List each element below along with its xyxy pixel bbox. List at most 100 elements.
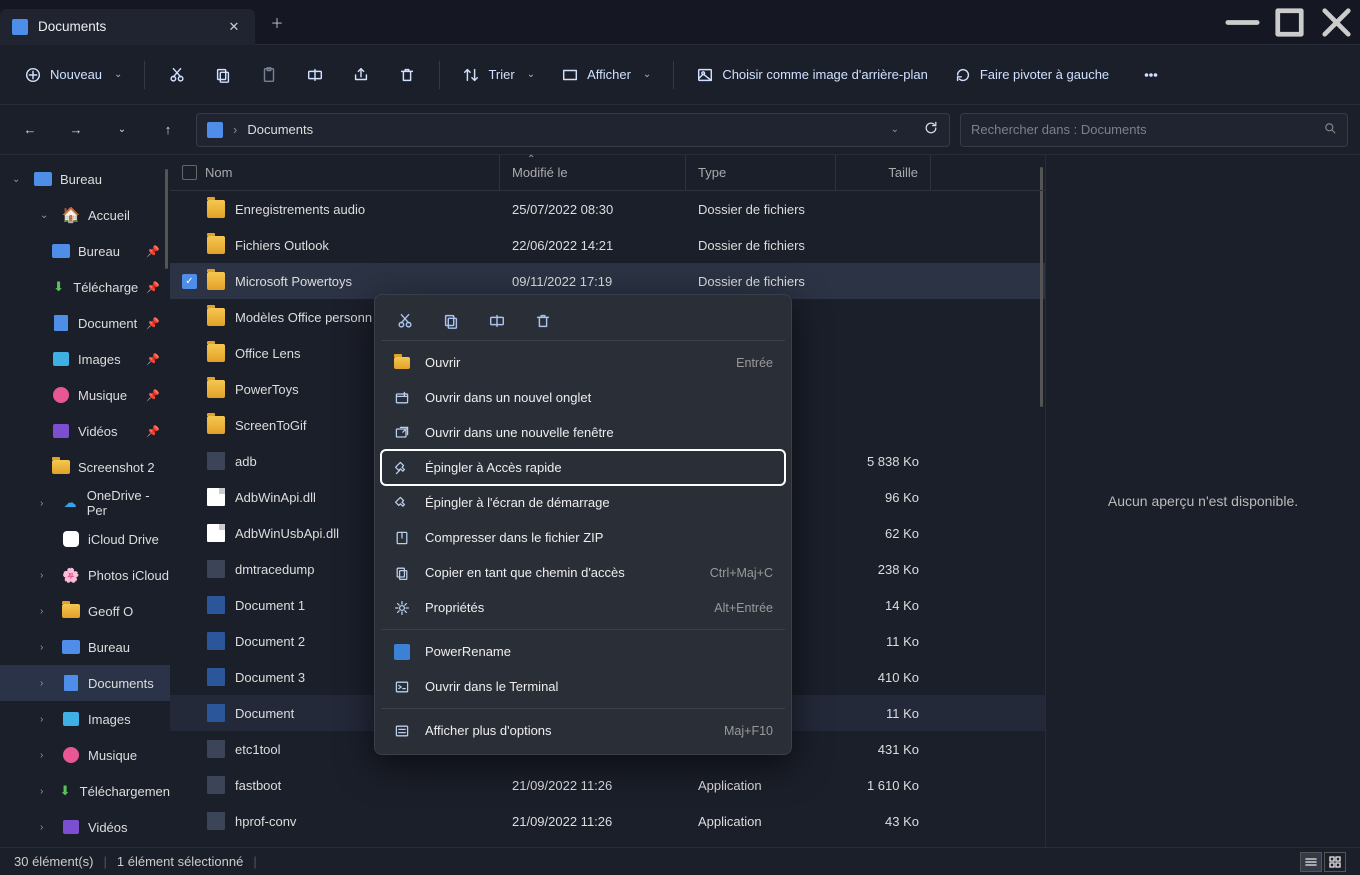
- context-item[interactable]: OuvrirEntrée: [381, 345, 785, 380]
- sidebar-item[interactable]: ›Vidéos: [0, 809, 170, 845]
- sidebar-item[interactable]: Vidéos📌: [0, 413, 170, 449]
- delete-button[interactable]: [387, 57, 427, 93]
- onedrive-icon: ☁: [61, 494, 78, 512]
- cut-button[interactable]: [157, 57, 197, 93]
- sidebar-label: Télécharge: [73, 280, 138, 295]
- context-item[interactable]: Propriétés Alt+Entrée: [381, 590, 785, 625]
- column-size[interactable]: Taille: [836, 155, 931, 190]
- status-bar: 30 élément(s) | 1 élément sélectionné |: [0, 847, 1360, 875]
- context-item[interactable]: Ouvrir dans un nouvel onglet: [381, 380, 785, 415]
- scrollbar-thumb[interactable]: [1040, 167, 1043, 407]
- sort-indicator-icon: ⌃: [527, 154, 535, 165]
- context-item[interactable]: PowerRename: [381, 634, 785, 669]
- sidebar-item[interactable]: ›Musique: [0, 737, 170, 773]
- sidebar-label: Documents: [88, 676, 154, 691]
- sidebar-item[interactable]: Images📌: [0, 341, 170, 377]
- minimize-button[interactable]: [1219, 0, 1266, 45]
- sidebar-item[interactable]: ⌄Bureau: [0, 161, 170, 197]
- context-item[interactable]: Compresser dans le fichier ZIP: [381, 520, 785, 555]
- view-mode-buttons: [1300, 852, 1346, 872]
- rename-button[interactable]: [295, 57, 335, 93]
- more-button[interactable]: [1131, 57, 1171, 93]
- sidebar-item[interactable]: ⌄🏠Accueil: [0, 197, 170, 233]
- table-row[interactable]: Fichiers Outlook22/06/2022 14:21Dossier …: [170, 227, 1045, 263]
- tab-close-icon[interactable]: ✕: [223, 16, 245, 38]
- up-button[interactable]: ↑: [150, 112, 186, 148]
- context-item[interactable]: Ouvrir dans une nouvelle fenêtre: [381, 415, 785, 450]
- maximize-button[interactable]: [1266, 0, 1313, 45]
- file-size: 431 Ko: [878, 742, 919, 757]
- chevron-down-icon: ⌄: [527, 69, 535, 80]
- new-button[interactable]: Nouveau⌄: [14, 57, 132, 93]
- newwin-icon: [393, 424, 411, 442]
- new-tab-button[interactable]: ＋: [255, 0, 299, 44]
- ctx-delete-button[interactable]: [529, 307, 557, 335]
- context-item[interactable]: Afficher plus d'optionsMaj+F10: [381, 713, 785, 748]
- sidebar-item[interactable]: ›🌸Photos iCloud: [0, 557, 170, 593]
- tab-documents[interactable]: Documents ✕: [0, 9, 255, 45]
- sidebar-item[interactable]: ›☁OneDrive - Per: [0, 485, 170, 521]
- sidebar-item[interactable]: iCloud Drive: [0, 521, 170, 557]
- copy-button[interactable]: [203, 57, 243, 93]
- music-icon: [62, 746, 80, 764]
- sidebar-item[interactable]: ›Images: [0, 701, 170, 737]
- context-item[interactable]: Copier en tant que chemin d'accèsCtrl+Ma…: [381, 555, 785, 590]
- video-icon: [62, 818, 80, 836]
- back-button[interactable]: ←: [12, 112, 48, 148]
- rotate-button[interactable]: Faire pivoter à gauche: [944, 57, 1119, 93]
- context-label: Propriétés: [425, 600, 484, 615]
- details-view-button[interactable]: [1300, 852, 1322, 872]
- sidebar-item[interactable]: ›Bureau: [0, 629, 170, 665]
- sort-button[interactable]: Trier⌄: [452, 57, 545, 93]
- wallpaper-button[interactable]: Choisir comme image d'arrière-plan: [686, 57, 938, 93]
- sidebar-item[interactable]: ⬇Télécharge📌: [0, 269, 170, 305]
- file-modified: 09/11/2022 17:19: [512, 274, 612, 289]
- row-checkbox[interactable]: ✓: [182, 274, 197, 289]
- search-box[interactable]: [960, 113, 1348, 147]
- sidebar-label: Photos iCloud: [88, 568, 169, 583]
- window-buttons: [1219, 0, 1360, 45]
- search-input[interactable]: [971, 122, 1323, 137]
- recent-button[interactable]: ⌄: [104, 112, 140, 148]
- context-shortcut: Alt+Entrée: [714, 601, 773, 615]
- sidebar-item[interactable]: Document📌: [0, 305, 170, 341]
- home-icon: 🏠: [62, 206, 80, 224]
- view-button[interactable]: Afficher⌄: [551, 57, 661, 93]
- sidebar-item[interactable]: Screenshot 2: [0, 449, 170, 485]
- select-all-checkbox[interactable]: [182, 165, 197, 180]
- ctx-rename-button[interactable]: [483, 307, 511, 335]
- context-item[interactable]: Ouvrir dans le Terminal: [381, 669, 785, 704]
- chevron-down-icon[interactable]: ⌄: [891, 124, 899, 135]
- column-type[interactable]: Type: [686, 155, 836, 190]
- ctx-copy-button[interactable]: [437, 307, 465, 335]
- folder-icon: [207, 200, 225, 218]
- context-item[interactable]: Épingler à l'écran de démarrage: [381, 485, 785, 520]
- forward-button[interactable]: →: [58, 112, 94, 148]
- table-row[interactable]: hprof-conv21/09/2022 11:26Application43 …: [170, 803, 1045, 839]
- sidebar-item[interactable]: ›Geoff O: [0, 593, 170, 629]
- refresh-button[interactable]: [923, 120, 939, 139]
- sidebar-item[interactable]: Musique📌: [0, 377, 170, 413]
- close-button[interactable]: [1313, 0, 1360, 45]
- share-button[interactable]: [341, 57, 381, 93]
- file-type: Dossier de fichiers: [698, 202, 805, 217]
- sidebar-label: Geoff O: [88, 604, 133, 619]
- column-name[interactable]: Nom: [170, 155, 500, 190]
- context-label: Ouvrir dans un nouvel onglet: [425, 390, 591, 405]
- paste-button[interactable]: [249, 57, 289, 93]
- sidebar-item[interactable]: ›Documents: [0, 665, 170, 701]
- sidebar-item[interactable]: Bureau📌: [0, 233, 170, 269]
- thumbs-view-button[interactable]: [1324, 852, 1346, 872]
- tab-title: Documents: [38, 19, 213, 34]
- file-name: dmtracedump: [235, 562, 314, 577]
- table-row[interactable]: Enregistrements audio25/07/2022 08:30Dos…: [170, 191, 1045, 227]
- context-item[interactable]: Épingler à Accès rapide: [381, 450, 785, 485]
- ctx-cut-button[interactable]: [391, 307, 419, 335]
- search-icon[interactable]: [1323, 121, 1337, 138]
- sidebar-item[interactable]: ›⬇Téléchargemen: [0, 773, 170, 809]
- exe-icon: [207, 560, 225, 578]
- doc-icon: [62, 674, 80, 692]
- breadcrumb[interactable]: › Documents ⌄: [196, 113, 950, 147]
- table-row[interactable]: fastboot21/09/2022 11:26Application1 610…: [170, 767, 1045, 803]
- file-modified: 22/06/2022 14:21: [512, 238, 613, 253]
